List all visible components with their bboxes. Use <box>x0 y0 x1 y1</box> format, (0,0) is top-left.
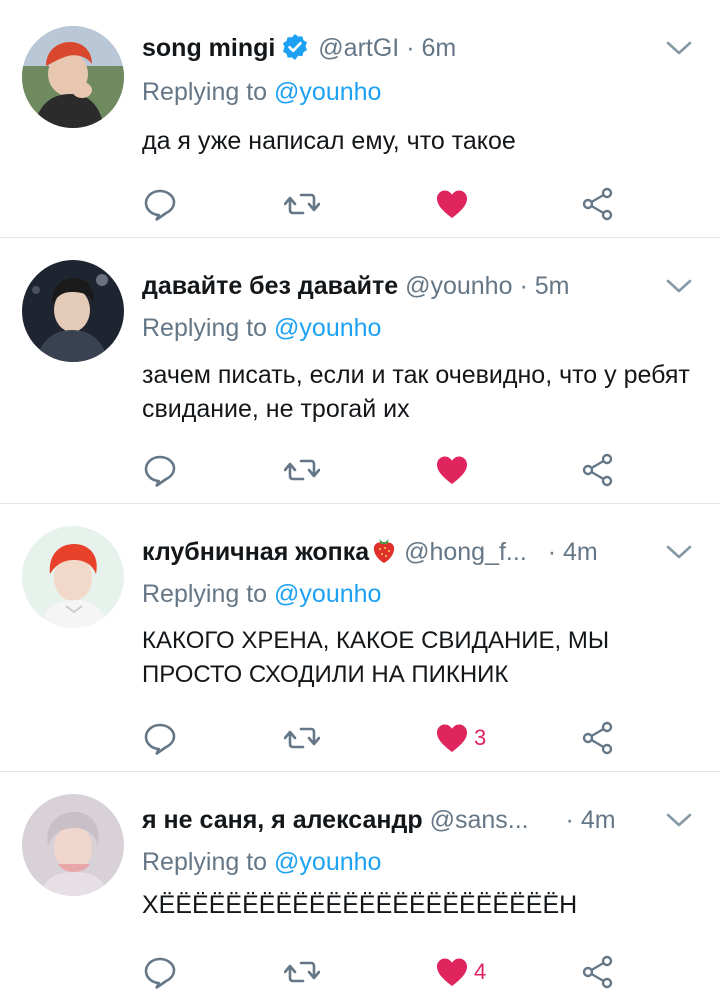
user-handle[interactable]: @artGI <box>318 34 399 62</box>
like-count: 4 <box>474 959 487 984</box>
like-button[interactable] <box>434 452 474 488</box>
replying-to: Replying to @younho <box>142 76 381 108</box>
tweet-actions: 4 <box>142 954 632 990</box>
retweet-icon <box>284 186 320 222</box>
avatar[interactable] <box>22 26 124 128</box>
retweet-button[interactable] <box>284 186 320 222</box>
replying-to-label: Replying to <box>142 78 268 106</box>
tweet-header: я не саня, я александр @sans... · 4m <box>142 802 640 838</box>
tweet-actions: 3 <box>142 720 632 756</box>
retweet-button[interactable] <box>284 452 320 488</box>
share-icon <box>580 954 616 990</box>
retweet-button[interactable] <box>284 720 320 756</box>
share-button[interactable] <box>580 954 616 990</box>
mention-link[interactable]: @younho <box>274 78 381 106</box>
like-button[interactable] <box>434 186 474 222</box>
timestamp[interactable]: · 6m <box>406 34 456 62</box>
reply-icon <box>142 720 178 756</box>
retweet-icon <box>284 954 320 990</box>
heart-icon <box>434 452 470 488</box>
tweet-header: давайте без давайте @younho · 5m <box>142 268 640 304</box>
avatar[interactable] <box>22 526 124 628</box>
strawberry-icon <box>371 536 397 574</box>
share-button[interactable] <box>580 452 616 488</box>
display-name[interactable]: клубничная жопка <box>142 538 369 566</box>
timestamp[interactable]: · 4m <box>566 806 616 834</box>
replying-to: Replying to @younho <box>142 312 381 344</box>
tweet-actions <box>142 186 632 222</box>
reply-icon <box>142 954 178 990</box>
retweet-icon <box>284 452 320 488</box>
user-handle[interactable]: @younho <box>405 272 512 300</box>
heart-icon <box>434 720 470 756</box>
like-button[interactable]: 3 <box>434 720 486 756</box>
share-icon <box>580 452 616 488</box>
user-handle[interactable]: @sans... <box>430 806 529 834</box>
like-count: 3 <box>474 725 487 750</box>
timestamp[interactable]: · 4m <box>548 538 598 566</box>
reply-button[interactable] <box>142 452 178 488</box>
share-button[interactable] <box>580 186 616 222</box>
tweet-text: да я уже написал ему, что такое <box>142 127 516 155</box>
tweet[interactable]: клубничная жопка @hong_f... · 4m Replyin… <box>0 504 720 772</box>
tweet-text: ХЁЁЁЁЁЁЁЁЁЁЁЁЁЁЁЁЁЁЁЁЁЁЁЁН <box>142 891 578 919</box>
share-icon <box>580 186 616 222</box>
tweet[interactable]: давайте без давайте @younho · 5m Replyin… <box>0 238 720 504</box>
tweet[interactable]: я не саня, я александр @sans... · 4m Rep… <box>0 772 720 1008</box>
reply-button[interactable] <box>142 954 178 990</box>
user-handle[interactable]: @hong_f... <box>404 538 527 566</box>
replying-to-label: Replying to <box>142 848 268 876</box>
chevron-down-icon[interactable] <box>666 276 692 296</box>
mention-link[interactable]: @younho <box>274 848 381 876</box>
display-name[interactable]: я не саня, я александр <box>142 806 423 834</box>
chevron-down-icon[interactable] <box>666 542 692 562</box>
display-name[interactable]: song mingi <box>142 34 275 62</box>
avatar[interactable] <box>22 260 124 362</box>
reply-icon <box>142 452 178 488</box>
verified-badge-icon <box>281 33 309 71</box>
reply-button[interactable] <box>142 720 178 756</box>
like-button[interactable]: 4 <box>434 954 486 990</box>
share-button[interactable] <box>580 720 616 756</box>
replying-to: Replying to @younho <box>142 578 381 610</box>
reply-icon <box>142 186 178 222</box>
mention-link[interactable]: @younho <box>274 314 381 342</box>
mention-link[interactable]: @younho <box>274 580 381 608</box>
avatar[interactable] <box>22 794 124 896</box>
reply-button[interactable] <box>142 186 178 222</box>
tweet-header: song mingi @artGI · 6m <box>142 30 640 66</box>
tweet-header: клубничная жопка @hong_f... · 4m <box>142 534 640 570</box>
heart-icon <box>434 954 470 990</box>
replying-to-label: Replying to <box>142 314 268 342</box>
replying-to-label: Replying to <box>142 580 268 608</box>
heart-icon <box>434 186 470 222</box>
retweet-button[interactable] <box>284 954 320 990</box>
tweet-text: КАКОГО ХРЕНА, КАКОЕ СВИДАНИЕ, МЫ ПРОСТО … <box>142 627 610 688</box>
share-icon <box>580 720 616 756</box>
tweet-actions <box>142 452 632 488</box>
chevron-down-icon[interactable] <box>666 38 692 58</box>
tweet-text: зачем писать, если и так очевидно, что у… <box>142 361 690 423</box>
display-name[interactable]: давайте без давайте <box>142 272 398 300</box>
tweet[interactable]: song mingi @artGI · 6m Replying to @youn… <box>0 0 720 238</box>
chevron-down-icon[interactable] <box>666 810 692 830</box>
retweet-icon <box>284 720 320 756</box>
timestamp[interactable]: · 5m <box>519 272 569 300</box>
replying-to: Replying to @younho <box>142 846 381 878</box>
